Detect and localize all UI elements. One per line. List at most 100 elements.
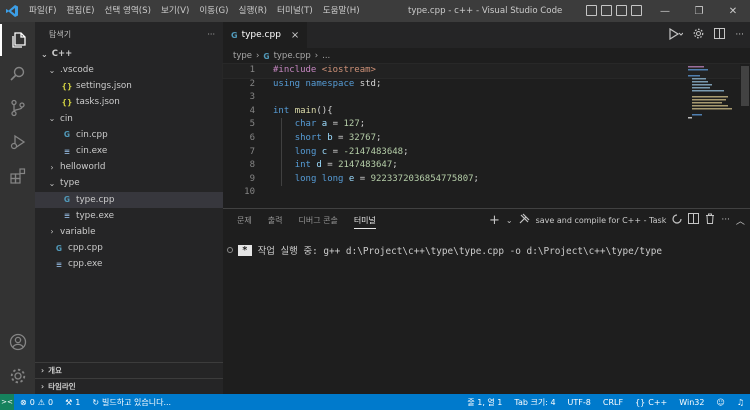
tree-item-label: cpp.cpp	[68, 243, 103, 254]
cursor-position[interactable]: 줄 1, 열 1	[461, 397, 508, 408]
remote-icon[interactable]: ><	[0, 394, 14, 410]
code-line[interactable]: 6 short b = 32767;	[223, 131, 750, 146]
tree-folder[interactable]: ⌄ .vscode	[35, 62, 223, 78]
breadcrumb-file[interactable]: type.cpp	[274, 51, 311, 61]
trash-icon[interactable]	[705, 213, 715, 227]
tab-debug-console[interactable]: 디버그 콘솔	[290, 209, 345, 231]
code-line[interactable]: 4 int main(){	[223, 105, 750, 119]
menu-selection[interactable]: 선택 영역(S)	[99, 0, 156, 22]
menu-help[interactable]: 도움말(H)	[318, 0, 365, 22]
tree-folder[interactable]: › helloworld	[35, 159, 223, 175]
code-line[interactable]: 3	[223, 91, 750, 105]
tree-file[interactable]: {} settings.json	[35, 78, 223, 94]
menu-run[interactable]: 실행(R)	[234, 0, 273, 22]
braces-icon: {}	[635, 397, 646, 407]
menu-file[interactable]: 파일(F)	[24, 0, 61, 22]
menu-go[interactable]: 이동(G)	[194, 0, 233, 22]
run-debug-icon[interactable]	[0, 126, 35, 158]
build-status[interactable]: ↻ 빌드하고 있습니다...	[86, 397, 177, 408]
maximize-panel-icon[interactable]: ︿	[736, 214, 745, 227]
tree-file[interactable]: Gcin.cpp	[35, 127, 223, 143]
encoding[interactable]: UTF-8	[562, 398, 597, 407]
search-icon[interactable]	[0, 58, 35, 90]
minimap[interactable]	[688, 64, 738, 124]
tree-file[interactable]: ≡ cpp.exe	[35, 256, 223, 272]
menu-edit[interactable]: 편집(E)	[61, 0, 99, 22]
notifications-bell-icon[interactable]: ♫	[731, 398, 750, 407]
code-line[interactable]: 10	[223, 186, 750, 200]
json-file-icon: {}	[61, 97, 73, 107]
code-line[interactable]: 9 long long e = 9223372036854775807;	[223, 172, 750, 187]
language-label: C++	[648, 397, 668, 407]
terminal-line: 작업 실행 중: g++ d:\Project\c++\type\type.cp…	[257, 246, 663, 257]
tree-file[interactable]: Gtype.cpp	[35, 191, 223, 208]
tree-file[interactable]: Gcpp.cpp	[35, 240, 223, 256]
exe-file-icon: ≡	[55, 259, 63, 269]
error-count: 0	[29, 397, 35, 407]
scrollbar-thumb[interactable]	[741, 66, 749, 106]
task-terminal-label[interactable]: save and compile for C++ - Task	[536, 216, 667, 225]
platform[interactable]: Win32	[673, 398, 710, 407]
settings-gear-icon[interactable]	[693, 28, 704, 42]
manage-gear-icon[interactable]	[0, 360, 35, 392]
tab-terminal[interactable]: 터미널	[346, 209, 384, 231]
code-line[interactable]: 1 #include <iostream>	[222, 63, 750, 79]
tab-output[interactable]: 출력	[260, 209, 291, 231]
account-icon[interactable]	[0, 326, 35, 358]
menu-terminal[interactable]: 터미널(T)	[272, 0, 318, 22]
new-terminal-icon[interactable]: +	[489, 213, 500, 228]
run-code-icon[interactable]	[669, 27, 684, 43]
toggle-sidebar-icon[interactable]	[586, 5, 597, 16]
line-number: 5	[249, 119, 255, 130]
tree-item-label: cin.exe	[76, 146, 108, 157]
menu-view[interactable]: 보기(V)	[156, 0, 194, 22]
end-of-line[interactable]: CRLF	[597, 398, 629, 407]
close-tab-icon[interactable]: ×	[291, 30, 299, 41]
tab-type-cpp[interactable]: G type.cpp ×	[223, 22, 308, 48]
code-editor[interactable]: 1 #include <iostream> 2 using namespace std…	[222, 63, 750, 200]
tree-file[interactable]: ≡ type.exe	[35, 208, 223, 224]
more-actions-icon[interactable]: ···	[721, 215, 730, 225]
restore-button[interactable]: ❐	[682, 0, 716, 22]
toggle-panel-icon[interactable]	[601, 5, 612, 16]
explorer-icon[interactable]	[0, 24, 35, 56]
workspace-root-folder[interactable]: ⌄ C++	[35, 46, 223, 62]
tab-size[interactable]: Tab 크기: 4	[508, 397, 561, 408]
tree-file[interactable]: {} tasks.json	[35, 94, 223, 110]
tree-item-label: settings.json	[76, 81, 132, 92]
close-window-button[interactable]: ✕	[716, 0, 750, 22]
toggle-secondary-sidebar-icon[interactable]	[616, 5, 627, 16]
split-editor-icon[interactable]	[714, 28, 726, 42]
language-mode[interactable]: {} C++	[629, 398, 673, 407]
indent-guide	[281, 159, 282, 173]
minimize-button[interactable]: —	[648, 0, 682, 22]
terminal-output[interactable]: * 작업 실행 중: g++ d:\Project\c++\type\type.…	[227, 243, 662, 257]
code-line[interactable]: 7 long c = -2147483648;	[223, 145, 750, 160]
tree-file[interactable]: ≡ cin.exe	[35, 143, 223, 159]
tree-item-label: cpp.exe	[68, 259, 103, 270]
tree-folder[interactable]: ⌄ type	[35, 175, 223, 191]
outline-section[interactable]: › 개요	[35, 362, 223, 378]
more-actions-icon[interactable]: ···	[207, 30, 215, 39]
breadcrumb-symbol[interactable]: ...	[322, 51, 330, 61]
problems-indicator[interactable]: ⊗ 0 ⚠ 0	[14, 398, 59, 407]
chevron-right-icon: ›	[314, 51, 319, 61]
tree-folder[interactable]: › variable	[35, 224, 223, 240]
tab-problems[interactable]: 문제	[229, 209, 260, 231]
split-terminal-icon[interactable]	[688, 213, 700, 227]
timeline-section[interactable]: › 타임라인	[35, 378, 223, 394]
chevron-down-icon[interactable]: ⌄	[506, 216, 513, 225]
feedback-icon[interactable]: ☺	[710, 398, 730, 407]
code-line[interactable]: 5 char a = 127;	[223, 118, 750, 132]
tree-folder[interactable]: ⌄ cin	[35, 111, 223, 127]
extensions-icon[interactable]	[0, 160, 35, 192]
code-line[interactable]: 8 int d = 2147483647;	[223, 159, 750, 173]
code-line[interactable]: 2 using namespace std;	[223, 78, 750, 92]
more-actions-icon[interactable]: ···	[735, 30, 744, 40]
breadcrumb-folder[interactable]: type	[233, 51, 252, 61]
customize-layout-icon[interactable]	[631, 5, 642, 16]
editor-scrollbar[interactable]	[740, 64, 750, 208]
source-control-icon[interactable]	[0, 92, 35, 124]
ports-indicator[interactable]: ⚒ 1	[59, 398, 86, 407]
line-number: 2	[249, 78, 255, 89]
